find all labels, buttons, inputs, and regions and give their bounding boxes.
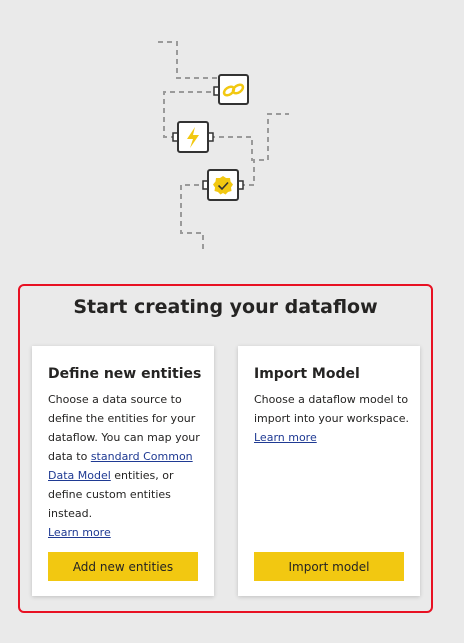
import-model-button[interactable]: Import model [254,552,404,581]
learn-more-link[interactable]: Learn more [48,523,206,542]
card-description: Choose a dataflow model to import into y… [254,390,412,447]
card-title: Define new entities [48,366,202,382]
card-title: Import Model [254,366,360,382]
dataflow-illustration [158,41,289,250]
define-new-entities-card: Define new entities Choose a data source… [32,346,214,596]
lightning-icon [172,121,214,153]
description-text: Choose a dataflow model to import into y… [254,393,409,425]
start-dataflow-panel: Start creating your dataflow Define new … [18,284,433,613]
link-icon [213,74,249,105]
learn-more-link[interactable]: Learn more [254,428,412,447]
verified-badge-icon [202,169,244,201]
panel-title: Start creating your dataflow [73,296,378,318]
add-new-entities-button[interactable]: Add new entities [48,552,198,581]
card-description: Choose a data source to define the entit… [48,390,206,542]
import-model-card: Import Model Choose a dataflow model to … [238,346,420,596]
